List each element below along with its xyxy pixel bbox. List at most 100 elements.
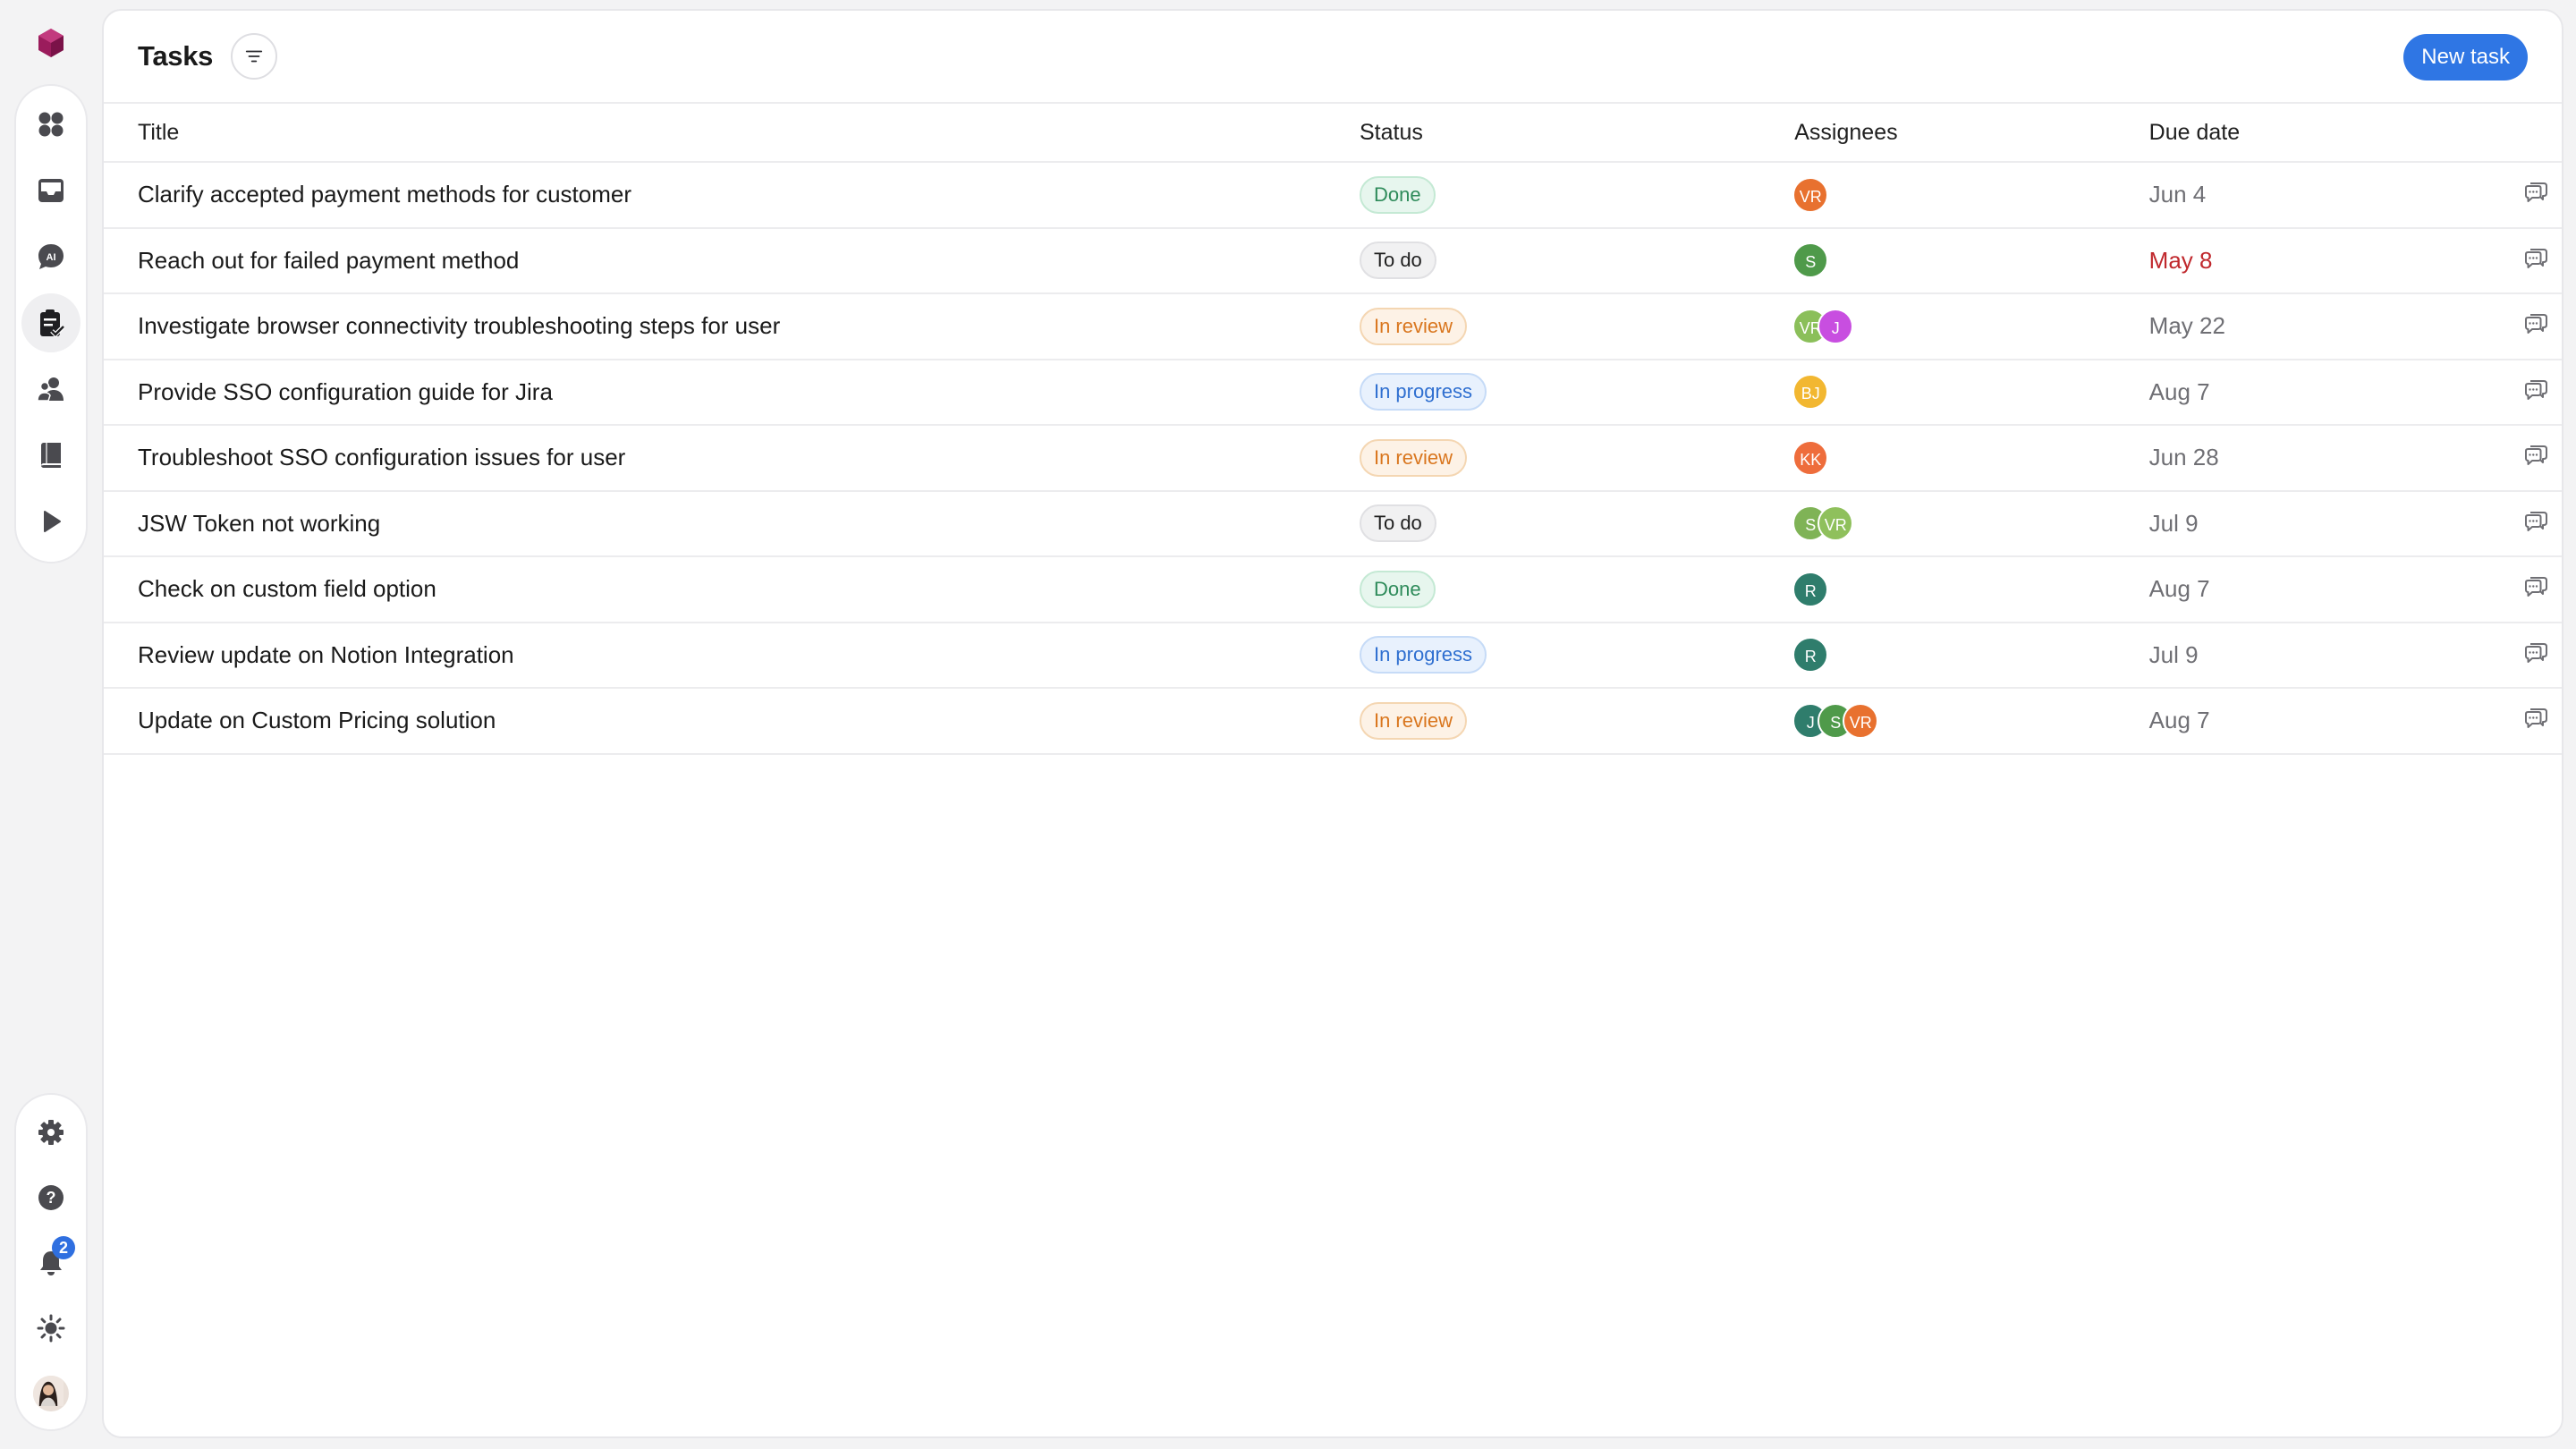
comment-icon: [2525, 445, 2547, 466]
status-badge[interactable]: In progress: [1359, 373, 1487, 411]
comment-icon: [2525, 248, 2547, 268]
table-row[interactable]: Troubleshoot SSO configuration issues fo…: [104, 426, 2562, 492]
assignee-avatar[interactable]: VR: [1792, 176, 1829, 213]
sidebar-item-profile[interactable]: [21, 1364, 80, 1422]
assignee-group[interactable]: S VR: [1792, 505, 2148, 542]
assignee-group[interactable]: R: [1792, 637, 2148, 674]
task-title[interactable]: Reach out for failed payment method: [104, 247, 1360, 275]
due-date[interactable]: May 8: [2149, 247, 2213, 274]
filter-button[interactable]: [231, 33, 278, 80]
svg-text:?: ?: [47, 1189, 56, 1207]
table-row[interactable]: Check on custom field option Done R Aug 7: [104, 557, 2562, 623]
column-header-status[interactable]: Status: [1360, 120, 1794, 146]
comments-button[interactable]: [2522, 309, 2549, 343]
contacts-icon: [37, 377, 64, 402]
sidebar-item-play[interactable]: [21, 492, 80, 551]
task-title[interactable]: Check on custom field option: [104, 575, 1360, 603]
status-badge[interactable]: Done: [1359, 175, 1436, 214]
table-row[interactable]: Update on Custom Pricing solution In revi…: [104, 689, 2562, 755]
assignee-group[interactable]: VR: [1792, 176, 2148, 213]
sidebar-item-notifications[interactable]: 2: [21, 1234, 80, 1292]
table-row[interactable]: Review update on Notion Integration In pr…: [104, 623, 2562, 689]
sidebar-item-tasks[interactable]: [21, 293, 80, 352]
column-header-assignees[interactable]: Assignees: [1794, 120, 2148, 146]
table-row[interactable]: Investigate browser connectivity trouble…: [104, 294, 2562, 360]
sidebar-item-settings[interactable]: [21, 1104, 80, 1162]
task-title[interactable]: JSW Token not working: [104, 510, 1360, 538]
due-date[interactable]: Jul 9: [2149, 510, 2199, 537]
due-date[interactable]: Jul 9: [2149, 641, 2199, 668]
column-header-title[interactable]: Title: [104, 120, 1360, 146]
sidebar-item-help[interactable]: ?: [21, 1169, 80, 1227]
task-title[interactable]: Clarify accepted payment methods for cus…: [104, 181, 1360, 208]
user-avatar: [33, 1375, 69, 1411]
assignee-avatar[interactable]: KK: [1792, 439, 1829, 476]
tasks-clipboard-icon: [40, 309, 65, 338]
status-badge[interactable]: In review: [1359, 701, 1468, 740]
help-icon: ?: [38, 1185, 64, 1211]
assignee-group[interactable]: BJ: [1792, 374, 2148, 411]
table-row[interactable]: Clarify accepted payment methods for cus…: [104, 163, 2562, 229]
comment-icon: [2525, 511, 2547, 531]
comment-icon: [2525, 708, 2547, 729]
due-date[interactable]: Jun 28: [2149, 444, 2219, 470]
inbox-icon: [38, 179, 64, 202]
comments-button[interactable]: [2522, 572, 2549, 606]
comments-button[interactable]: [2522, 704, 2549, 737]
comments-button[interactable]: [2522, 178, 2549, 211]
due-date[interactable]: Aug 7: [2149, 575, 2210, 602]
due-date[interactable]: Aug 7: [2149, 707, 2210, 733]
task-title[interactable]: Review update on Notion Integration: [104, 641, 1360, 669]
comments-button[interactable]: [2522, 507, 2549, 540]
app-logo[interactable]: [36, 27, 66, 59]
status-badge[interactable]: In progress: [1359, 636, 1487, 674]
assignee-avatar[interactable]: S: [1792, 242, 1829, 279]
comment-icon: [2525, 642, 2547, 663]
status-badge[interactable]: In review: [1359, 438, 1468, 477]
assignee-group[interactable]: R: [1792, 571, 2148, 607]
status-badge[interactable]: To do: [1359, 504, 1436, 543]
due-date[interactable]: Aug 7: [2149, 378, 2210, 405]
assignee-group[interactable]: S: [1792, 242, 2148, 279]
task-title[interactable]: Troubleshoot SSO configuration issues fo…: [104, 444, 1360, 471]
tasks-panel: Tasks New task Title Status Assignees Du…: [102, 9, 2563, 1438]
sidebar-item-inbox[interactable]: [21, 161, 80, 220]
comments-button[interactable]: [2522, 244, 2549, 277]
assignee-group[interactable]: J S VR: [1792, 702, 2148, 739]
table-row[interactable]: Provide SSO configuration guide for Jira…: [104, 360, 2562, 426]
comments-button[interactable]: [2522, 639, 2549, 672]
due-date[interactable]: Jun 4: [2149, 181, 2207, 208]
task-title[interactable]: Provide SSO configuration guide for Jira: [104, 378, 1360, 406]
assignee-group[interactable]: VR J: [1792, 308, 2148, 344]
task-title[interactable]: Update on Custom Pricing solution: [104, 707, 1360, 734]
comment-icon: [2525, 379, 2547, 400]
new-task-button[interactable]: New task: [2403, 34, 2528, 80]
due-date[interactable]: May 22: [2149, 312, 2225, 339]
assignee-avatar[interactable]: BJ: [1792, 374, 1829, 411]
sidebar-item-dashboard[interactable]: [21, 95, 80, 154]
status-badge[interactable]: In review: [1359, 307, 1468, 345]
comment-icon: [2525, 314, 2547, 335]
assignee-avatar[interactable]: J: [1818, 308, 1854, 344]
table-header: Title Status Assignees Due date: [104, 104, 2562, 163]
column-header-due-date[interactable]: Due date: [2149, 120, 2472, 146]
sidebar-item-knowledge[interactable]: [21, 426, 80, 485]
task-title[interactable]: Investigate browser connectivity trouble…: [104, 312, 1360, 340]
status-badge[interactable]: To do: [1359, 242, 1436, 280]
table-row[interactable]: Reach out for failed payment method To do…: [104, 229, 2562, 294]
play-icon: [44, 511, 61, 532]
table-row[interactable]: JSW Token not working To do S VR Jul 9: [104, 492, 2562, 557]
assignee-avatar[interactable]: R: [1792, 637, 1829, 674]
assignee-group[interactable]: KK: [1792, 439, 2148, 476]
comments-button[interactable]: [2522, 376, 2549, 409]
assignee-avatar[interactable]: R: [1792, 571, 1829, 607]
notification-count-badge: 2: [52, 1235, 75, 1259]
assignee-avatar[interactable]: VR: [1818, 505, 1854, 542]
assignee-avatar[interactable]: VR: [1843, 702, 1879, 739]
sidebar-item-ai[interactable]: AI: [21, 227, 80, 286]
comments-button[interactable]: [2522, 441, 2549, 474]
comment-icon: [2525, 182, 2547, 203]
sidebar-item-contacts[interactable]: [21, 360, 80, 419]
status-badge[interactable]: Done: [1359, 570, 1436, 608]
sidebar-item-theme[interactable]: [21, 1299, 80, 1357]
